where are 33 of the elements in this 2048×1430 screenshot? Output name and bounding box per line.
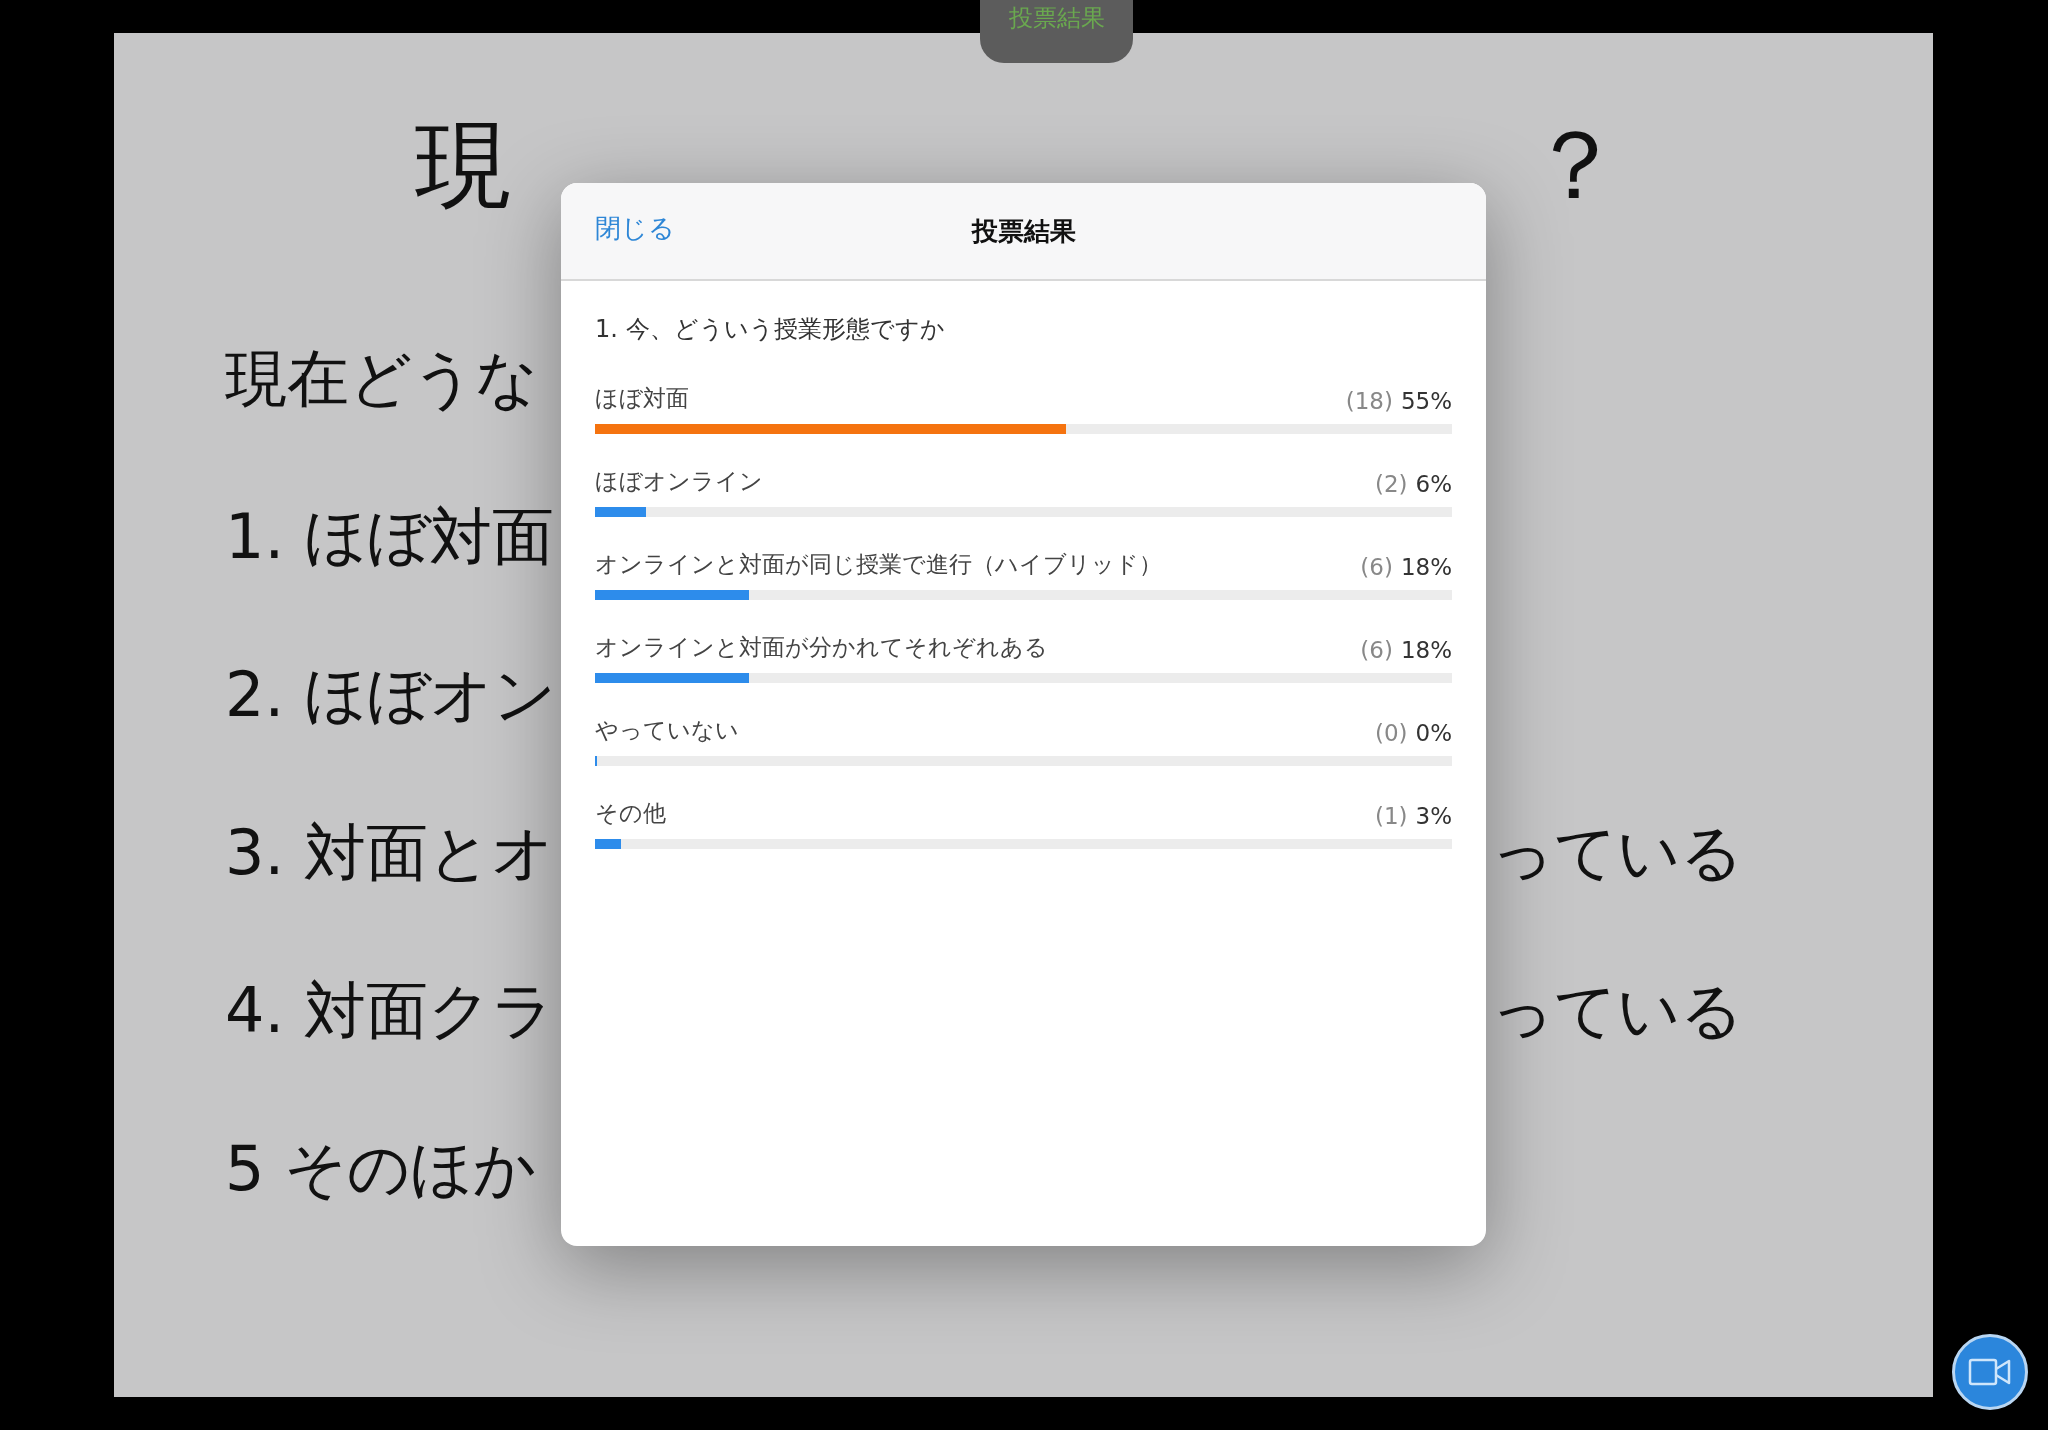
option-label: やっていない (595, 716, 739, 745)
dialog-title: 投票結果 (971, 214, 1076, 248)
slide-text: 3. 対面とオ (225, 814, 554, 891)
slide-title: 現 (415, 113, 511, 219)
slide-text: 5 そのほか (225, 1130, 537, 1207)
slide-text: っている (1491, 814, 1743, 891)
slide-text: っている (1491, 972, 1743, 1049)
vote-percent: 3% (1415, 803, 1452, 829)
option-label: ほぼ対面 (595, 384, 689, 413)
vote-percent: 55% (1400, 388, 1452, 414)
option-label: オンラインと対面が同じ授業で進行（ハイブリッド） (595, 550, 1162, 579)
slide-text: 4. 対面クラ (225, 972, 554, 1049)
slide-text: 2. ほぼオン (225, 656, 556, 733)
vote-count: (18) (1345, 388, 1393, 414)
option-label: その他 (595, 799, 666, 828)
video-camera-icon (1968, 1358, 2012, 1386)
vote-count: (0) (1374, 720, 1408, 746)
option-label: ほぼオンライン (595, 467, 763, 496)
poll-results-tab[interactable]: 投票結果 (980, 0, 1133, 63)
slide-text: 1. ほぼ対面 (225, 498, 554, 575)
option-label: オンラインと対面が分かれてそれぞれある (595, 633, 1048, 662)
vote-percent: 0% (1415, 720, 1452, 746)
vote-percent: 18% (1400, 637, 1452, 663)
vote-count: (1) (1374, 803, 1408, 829)
vote-count: (6) (1360, 554, 1393, 580)
vote-count: (2) (1374, 471, 1408, 497)
vote-percent: 18% (1400, 554, 1452, 580)
close-button[interactable]: 閉じる (595, 211, 675, 246)
slide-title: ？ (1527, 113, 1623, 219)
slide-text: 現在どうな (225, 340, 538, 417)
question-text: 1. 今、どういう授業形態ですか (595, 314, 946, 345)
vote-count: (6) (1360, 637, 1393, 663)
vote-percent: 6% (1415, 471, 1452, 497)
